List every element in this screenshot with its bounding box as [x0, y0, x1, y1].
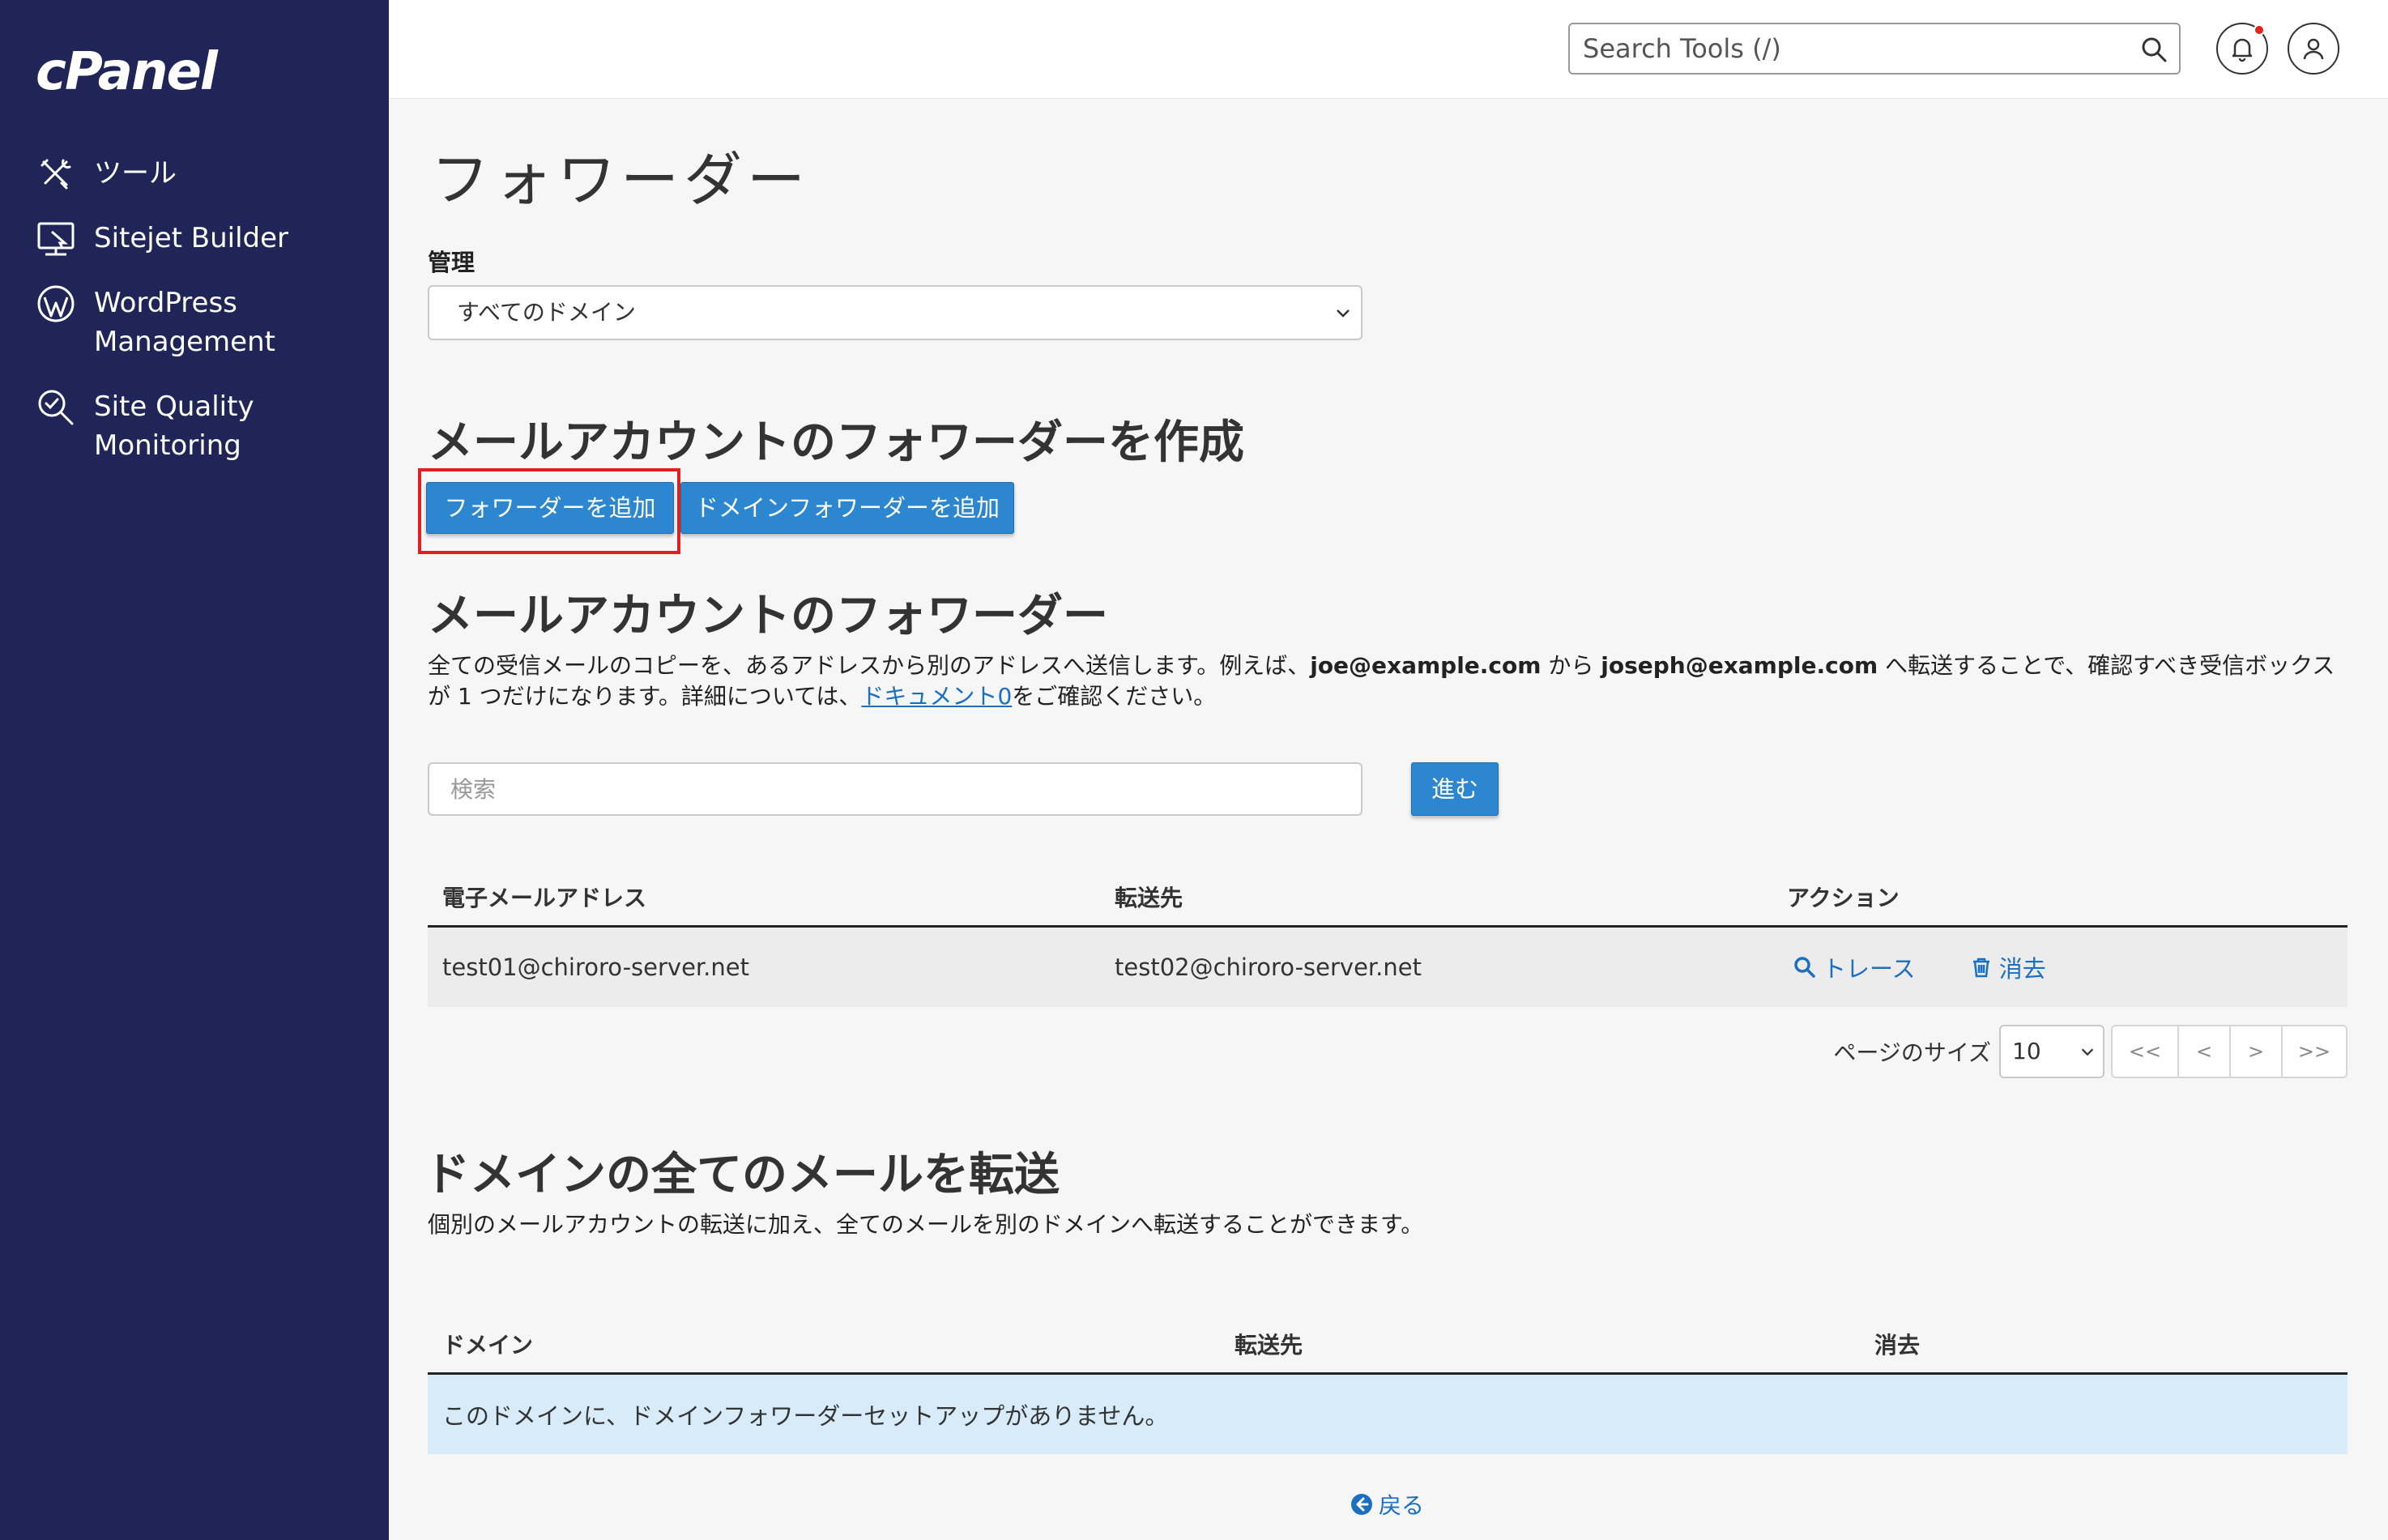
column-header-domain: ドメイン: [428, 1316, 1220, 1375]
delete-action[interactable]: 消去: [1970, 950, 2046, 984]
sidebar: cPanel ツール Sitejet Builder WordPress Man…: [0, 0, 389, 1540]
description-text: をご確認ください。: [1012, 683, 1217, 710]
notifications-button[interactable]: [2216, 23, 2268, 75]
column-header-forward-to[interactable]: 転送先: [1100, 869, 1772, 928]
main-content: フォワーダー 管理 すべてのドメイン メールアカウントのフォワーダーを作成 フォ…: [389, 100, 2388, 1540]
description-text: 全ての受信メールのコピーを、あるアドレスから別のアドレスへ送信します。例えば、: [428, 652, 1311, 679]
tools-icon: [36, 154, 76, 194]
example-from: joe@example.com: [1310, 652, 1542, 679]
arrow-left-circle-icon: [1351, 1494, 1372, 1515]
top-bar: [389, 0, 2388, 99]
column-header-email[interactable]: 電子メールアドレス: [428, 869, 1100, 928]
column-header-forward-to: 転送先: [1220, 1316, 1860, 1375]
user-menu-button[interactable]: [2288, 23, 2339, 75]
sidebar-item-label: ツール: [94, 157, 177, 190]
example-to: joseph@example.com: [1601, 652, 1878, 679]
sidebar-item-wordpress[interactable]: WordPress Management: [36, 284, 275, 361]
forward-to-cell: test02@chiroro-server.net: [1100, 926, 1772, 1007]
create-forwarder-heading: メールアカウントのフォワーダーを作成: [428, 416, 1244, 469]
domain-select-value: すべてのドメイン: [457, 299, 636, 326]
delete-label: 消去: [1998, 954, 2046, 983]
search-icon: [1794, 957, 1815, 978]
domain-forwarder-description: 個別のメールアカウントの転送に加え、全てのメールを別のドメインへ転送することがで…: [428, 1211, 1424, 1238]
back-link[interactable]: 戻る: [1350, 1488, 1424, 1521]
page-title: フォワーダー: [431, 146, 811, 214]
forwarders-table: 電子メールアドレス 転送先 アクション test01@chiroro-serve…: [428, 869, 2347, 1007]
sidebar-item-label: WordPress Management: [94, 287, 275, 358]
add-domain-forwarder-button[interactable]: ドメインフォワーダーを追加: [680, 482, 1014, 534]
trace-action[interactable]: トレース: [1793, 950, 1916, 984]
page-size-label: ページのサイズ: [1833, 1039, 1991, 1066]
table-row: test01@chiroro-server.net test02@chiroro…: [428, 926, 2347, 1007]
next-page-button[interactable]: >: [2229, 1026, 2281, 1077]
site-quality-icon: [36, 387, 76, 428]
sitejet-icon: [36, 219, 76, 259]
account-forwarders-heading: メールアカウントのフォワーダー: [428, 590, 1108, 642]
documentation-link[interactable]: ドキュメント0: [861, 683, 1012, 710]
highlight-annotation: [418, 468, 680, 554]
chevron-down-icon: [2081, 1048, 2094, 1056]
user-icon: [2303, 38, 2324, 60]
search-tools-input[interactable]: [1570, 24, 2104, 73]
domain-select[interactable]: すべてのドメイン: [428, 285, 1362, 340]
sidebar-item-label: Sitejet Builder: [94, 222, 289, 254]
actions-cell: トレース 消去: [1772, 926, 2347, 1007]
documentation-link-suffix: 0: [997, 683, 1013, 710]
email-cell: test01@chiroro-server.net: [428, 926, 1100, 1007]
chevron-down-icon: [1337, 309, 1350, 318]
empty-row: このドメインに、ドメインフォワーダーセットアップがありません。: [428, 1373, 2347, 1454]
column-header-actions: アクション: [1772, 869, 2347, 928]
pagination: ページのサイズ 10 << < > >>: [1833, 1025, 2347, 1078]
notification-badge: [2254, 24, 2265, 36]
page-size-select[interactable]: 10: [1999, 1025, 2104, 1078]
go-button[interactable]: 進む: [1411, 762, 1499, 816]
page-nav: << < > >>: [2111, 1025, 2347, 1078]
bell-icon: [2232, 38, 2253, 62]
description-text: から: [1541, 652, 1601, 679]
last-page-button[interactable]: >>: [2281, 1026, 2346, 1077]
trace-label: トレース: [1823, 954, 1916, 983]
sidebar-item-tools[interactable]: ツール: [36, 154, 177, 194]
cpanel-logo[interactable]: cPanel: [36, 42, 218, 102]
sidebar-item-label: Site Quality Monitoring: [94, 390, 254, 462]
search-icon[interactable]: [2140, 36, 2168, 63]
wordpress-icon: [36, 284, 76, 324]
search-tools-box: [1568, 23, 2181, 75]
domain-forwarders-heading: ドメインの全てのメールを転送: [424, 1149, 1060, 1201]
page-size-value: 10: [2012, 1038, 2041, 1064]
first-page-button[interactable]: <<: [2113, 1026, 2177, 1077]
prev-page-button[interactable]: <: [2177, 1026, 2229, 1077]
forwarder-search-input[interactable]: [428, 762, 1362, 816]
column-header-delete: 消去: [1860, 1316, 2347, 1375]
sidebar-item-sitejet[interactable]: Sitejet Builder: [36, 219, 288, 259]
empty-message: このドメインに、ドメインフォワーダーセットアップがありません。: [428, 1373, 2347, 1454]
back-label: 戻る: [1379, 1492, 1425, 1519]
sidebar-item-site-quality[interactable]: Site Quality Monitoring: [36, 387, 254, 465]
trash-icon: [1972, 958, 1989, 977]
documentation-link-text: ドキュメント: [861, 683, 998, 710]
manage-label: 管理: [428, 249, 475, 276]
domain-forwarders-table: ドメイン 転送先 消去 このドメインに、ドメインフォワーダーセットアップがありま…: [428, 1316, 2347, 1454]
forwarder-description: 全ての受信メールのコピーを、あるアドレスから別のアドレスへ送信します。例えば、j…: [428, 651, 2356, 712]
